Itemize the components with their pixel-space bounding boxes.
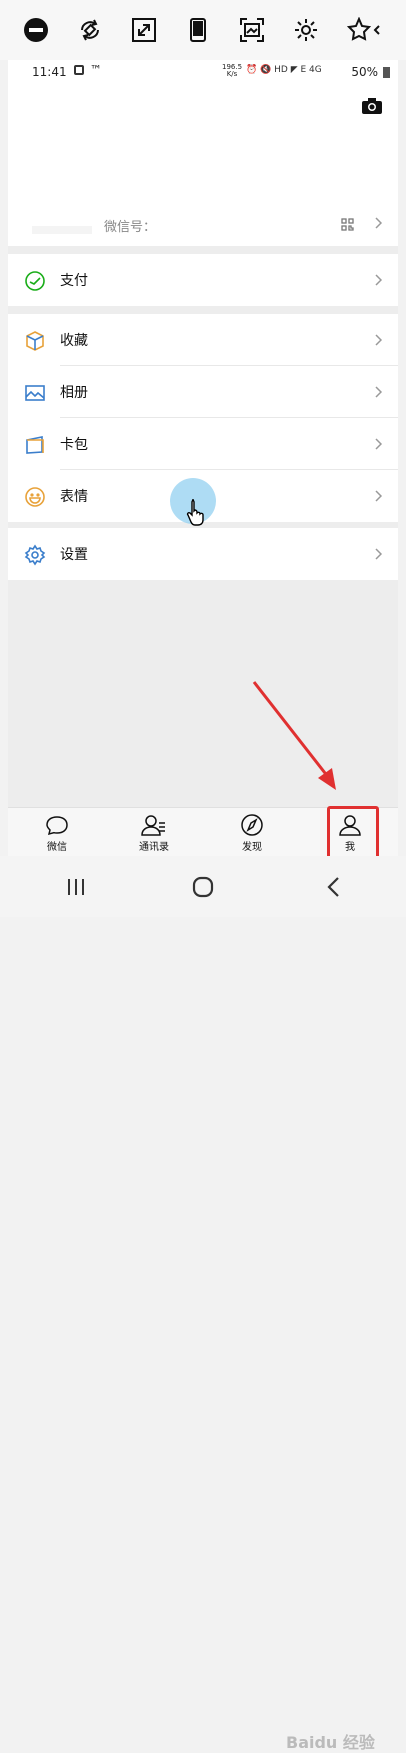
compass-icon — [241, 814, 263, 836]
menu-label-settings: 设置 — [60, 547, 88, 563]
menu-label-album: 相册 — [60, 385, 88, 401]
android-nav-bar: Baidu 经验 — [0, 856, 406, 1752]
status-time: 11:41 — [32, 65, 67, 79]
menu-label-favorites: 收藏 — [60, 333, 88, 349]
cube-icon — [26, 331, 44, 351]
tab-contacts[interactable]: 通讯录 — [124, 814, 184, 853]
contacts-icon — [141, 815, 165, 836]
annotation-highlight-box — [327, 806, 379, 859]
pay-section: 支付 — [8, 254, 398, 306]
menu-item-settings[interactable]: 设置 — [8, 528, 398, 580]
chevron-right-icon — [375, 274, 383, 286]
battery-icon — [383, 67, 390, 78]
expand-icon[interactable] — [126, 12, 162, 48]
nickname-placeholder — [32, 226, 92, 234]
chevron-right-icon — [375, 490, 383, 502]
tab-discover[interactable]: 发现 — [222, 814, 282, 853]
status-bar: 11:41 ™ 196.5 K/s ⏰ 🔇 HD ◤ E 4G 50% — [8, 60, 398, 86]
recents-icon[interactable] — [60, 872, 92, 902]
pay-icon — [25, 271, 45, 291]
menu-item-album[interactable]: 相册 — [8, 366, 398, 418]
camera-icon[interactable] — [362, 98, 382, 118]
menu-label-stickers: 表情 — [60, 489, 88, 505]
chevron-right-icon — [375, 548, 383, 560]
annotation-arrow — [252, 681, 336, 790]
settings-section: 设置 — [8, 528, 398, 580]
notification-icon — [74, 65, 84, 75]
chevron-right-icon — [375, 334, 383, 346]
minus-circle-icon[interactable] — [18, 12, 54, 48]
chevron-right-icon — [375, 438, 383, 450]
card-wallet-icon — [26, 436, 44, 454]
menu-item-cards[interactable]: 卡包 — [8, 418, 398, 470]
chevron-right-icon — [375, 386, 383, 398]
network-speed: 196.5 K/s — [222, 63, 243, 78]
menu-item-favorites[interactable]: 收藏 — [8, 314, 398, 366]
tab-label-contacts: 通讯录 — [139, 842, 169, 853]
gear-icon[interactable] — [288, 12, 324, 48]
hand-cursor-icon — [186, 499, 204, 526]
menu-item-pay[interactable]: 支付 — [8, 254, 398, 306]
star-icon[interactable] — [346, 12, 382, 48]
baidu-watermark: Baidu 经验 — [286, 1733, 375, 1752]
tab-chats[interactable]: 微信 — [27, 814, 87, 853]
profile-header[interactable]: 微信号： — [8, 86, 398, 246]
menu-label-cards: 卡包 — [60, 437, 88, 453]
phone-icon[interactable] — [180, 12, 216, 48]
image-icon — [25, 385, 45, 401]
rotate-icon[interactable] — [72, 12, 108, 48]
screen-recorder-toolbar — [0, 0, 406, 60]
wechat-id-label: 微信号： — [104, 220, 157, 235]
chat-bubble-icon — [46, 816, 68, 836]
menu-label-pay: 支付 — [60, 273, 88, 289]
smiley-icon — [25, 487, 45, 507]
back-icon[interactable] — [318, 872, 350, 902]
tab-label-chats: 微信 — [47, 842, 67, 853]
battery-level: 50% — [351, 65, 378, 79]
gear-icon — [24, 544, 46, 566]
link-icon: ™ — [90, 63, 102, 77]
status-icons: ⏰ 🔇 HD ◤ E 4G — [246, 65, 322, 75]
chevron-right-icon — [375, 217, 383, 229]
home-icon[interactable] — [187, 872, 219, 902]
tab-label-discover: 发现 — [242, 842, 262, 853]
screenshot-icon[interactable] — [234, 12, 270, 48]
qr-code-icon[interactable] — [341, 216, 354, 235]
